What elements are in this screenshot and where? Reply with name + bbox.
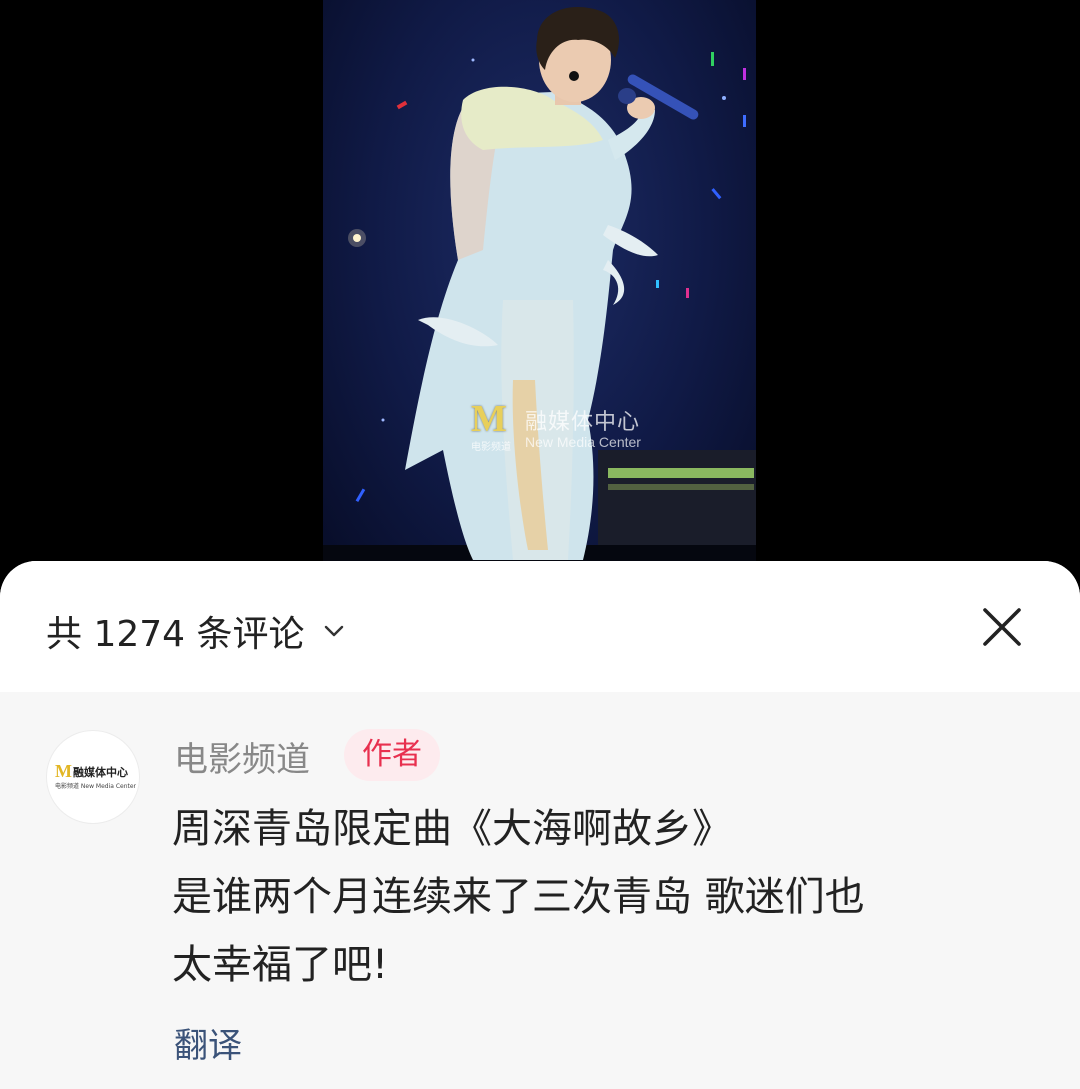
comment-item[interactable]: M 融媒体中心 电影频道 New Media Center 电影频道 作者 周深… bbox=[0, 692, 1080, 1089]
translate-link[interactable]: 翻译 bbox=[174, 1018, 242, 1067]
comment-count-label: 共 1274 条评论 bbox=[46, 614, 305, 655]
comments-header: 共 1274 条评论 bbox=[0, 561, 1080, 692]
avatar-title: 融媒体中心 bbox=[73, 766, 128, 779]
comment-line: 太幸福了吧! bbox=[172, 942, 389, 988]
comment-text[interactable]: 周深青岛限定曲《大海啊故乡》 是谁两个月连续来了三次青岛 歌迷们也 太幸福了吧! bbox=[172, 795, 1032, 999]
chevron-down-icon bbox=[324, 625, 343, 637]
video-still bbox=[323, 7, 756, 580]
comment-line: 周深青岛限定曲《大海啊故乡》 bbox=[172, 806, 732, 852]
author-name[interactable]: 电影频道 bbox=[174, 732, 310, 781]
comment-count-toggle[interactable]: 共 1274 条评论 bbox=[46, 605, 347, 657]
comment-line: 是谁两个月连续来了三次青岛 歌迷们也 bbox=[172, 874, 865, 920]
avatar-subtitle: 电影频道 New Media Center bbox=[55, 783, 137, 790]
watermark-title: 融媒体中心 bbox=[525, 410, 641, 435]
video-frame[interactable]: M 电影频道 融媒体中心 New Media Center bbox=[323, 0, 756, 580]
close-icon[interactable] bbox=[978, 603, 1026, 651]
avatar[interactable]: M 融媒体中心 电影频道 New Media Center bbox=[46, 730, 140, 824]
watermark-english: New Media Center bbox=[525, 434, 641, 450]
media-watermark: M 电影频道 融媒体中心 New Media Center bbox=[471, 400, 681, 460]
author-badge: 作者 bbox=[344, 729, 440, 781]
watermark-logo: M bbox=[471, 398, 507, 440]
watermark-sub: 电影频道 bbox=[471, 442, 511, 453]
comments-sheet: 共 1274 条评论 M 融媒体中心 电影频道 New Media Center… bbox=[0, 561, 1080, 1089]
avatar-logo: M bbox=[55, 761, 72, 781]
video-player[interactable]: M 电影频道 融媒体中心 New Media Center bbox=[0, 0, 1080, 580]
